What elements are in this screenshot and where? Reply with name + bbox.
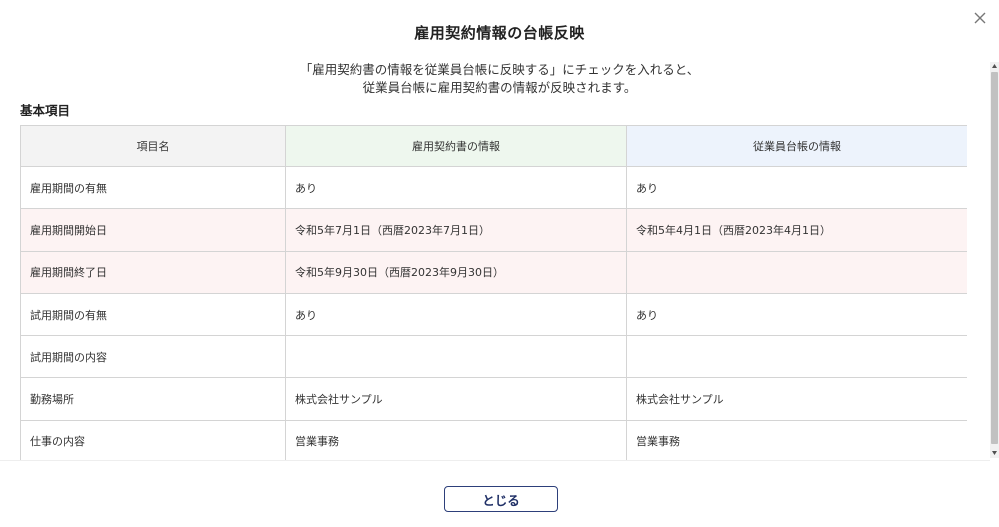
row-item-name: 試用期間の有無 [20,292,286,337]
row-contract-value: あり [285,165,627,210]
ledger-sync-dialog: 雇用契約情報の台帳反映 「雇用契約書の情報を従業員台帳に反映する」にチェックを入… [0,0,999,527]
row-contract-value: 令和5年9月30日（西暦2023年9月30日） [285,250,627,294]
row-ledger-value: あり [626,292,967,337]
scrollbar-thumb[interactable] [991,72,998,444]
row-ledger-value [626,250,967,294]
table-row: 雇用期間開始日 令和5年7月1日（西暦2023年7月1日） 令和5年4月1日（西… [20,208,967,252]
dialog-description: 「雇用契約書の情報を従業員台帳に反映する」にチェックを入れると、 従業員台帳に雇… [0,61,999,97]
table-row: 試用期間の有無 あり あり [20,292,967,337]
row-contract-value [285,335,627,379]
row-item-name: 雇用期間終了日 [20,250,286,294]
row-ledger-value [626,335,967,379]
row-item-name: 雇用期間の有無 [20,165,286,210]
row-contract-value: 株式会社サンプル [285,377,627,421]
row-contract-value: 営業事務 [285,419,627,460]
row-item-name: 勤務場所 [20,377,286,421]
comparison-table-scroll-area[interactable]: 項目名 雇用契約書の情報 従業員台帳の情報 雇用期間の有無 あり あり 雇用期間… [20,125,967,460]
row-ledger-value: 令和5年4月1日（西暦2023年4月1日） [626,208,967,252]
table-row: 試用期間の内容 [20,335,967,379]
row-ledger-value: あり [626,165,967,210]
row-item-name: 試用期間の内容 [20,335,286,379]
table-header-row: 項目名 雇用契約書の情報 従業員台帳の情報 [20,125,967,167]
table-row: 雇用期間の有無 あり あり [20,165,967,210]
row-contract-value: 令和5年7月1日（西暦2023年7月1日） [285,208,627,252]
section-title: 基本項目 [20,103,71,118]
row-item-name: 雇用期間開始日 [20,208,286,252]
close-dialog-button[interactable]: とじる [444,486,558,512]
row-ledger-value: 営業事務 [626,419,967,460]
header-item-name: 項目名 [20,125,286,167]
table-row: 雇用期間終了日 令和5年9月30日（西暦2023年9月30日） [20,250,967,294]
dialog-title: 雇用契約情報の台帳反映 [414,24,585,42]
table-row: 勤務場所 株式会社サンプル 株式会社サンプル [20,377,967,421]
comparison-table: 項目名 雇用契約書の情報 従業員台帳の情報 雇用期間の有無 あり あり 雇用期間… [20,125,967,460]
table-row: 仕事の内容 営業事務 営業事務 [20,419,967,460]
scroll-up-arrow-icon[interactable] [991,62,998,70]
description-line-1: 「雇用契約書の情報を従業員台帳に反映する」にチェックを入れると、 [299,62,700,77]
footer-divider [0,460,990,461]
row-ledger-value: 株式会社サンプル [626,377,967,421]
header-contract-info: 雇用契約書の情報 [285,125,627,167]
row-contract-value: あり [285,292,627,337]
row-item-name: 仕事の内容 [20,419,286,460]
description-line-2: 従業員台帳に雇用契約書の情報が反映されます。 [362,80,637,95]
header-ledger-info: 従業員台帳の情報 [626,125,967,167]
scroll-down-arrow-icon[interactable] [991,449,998,457]
